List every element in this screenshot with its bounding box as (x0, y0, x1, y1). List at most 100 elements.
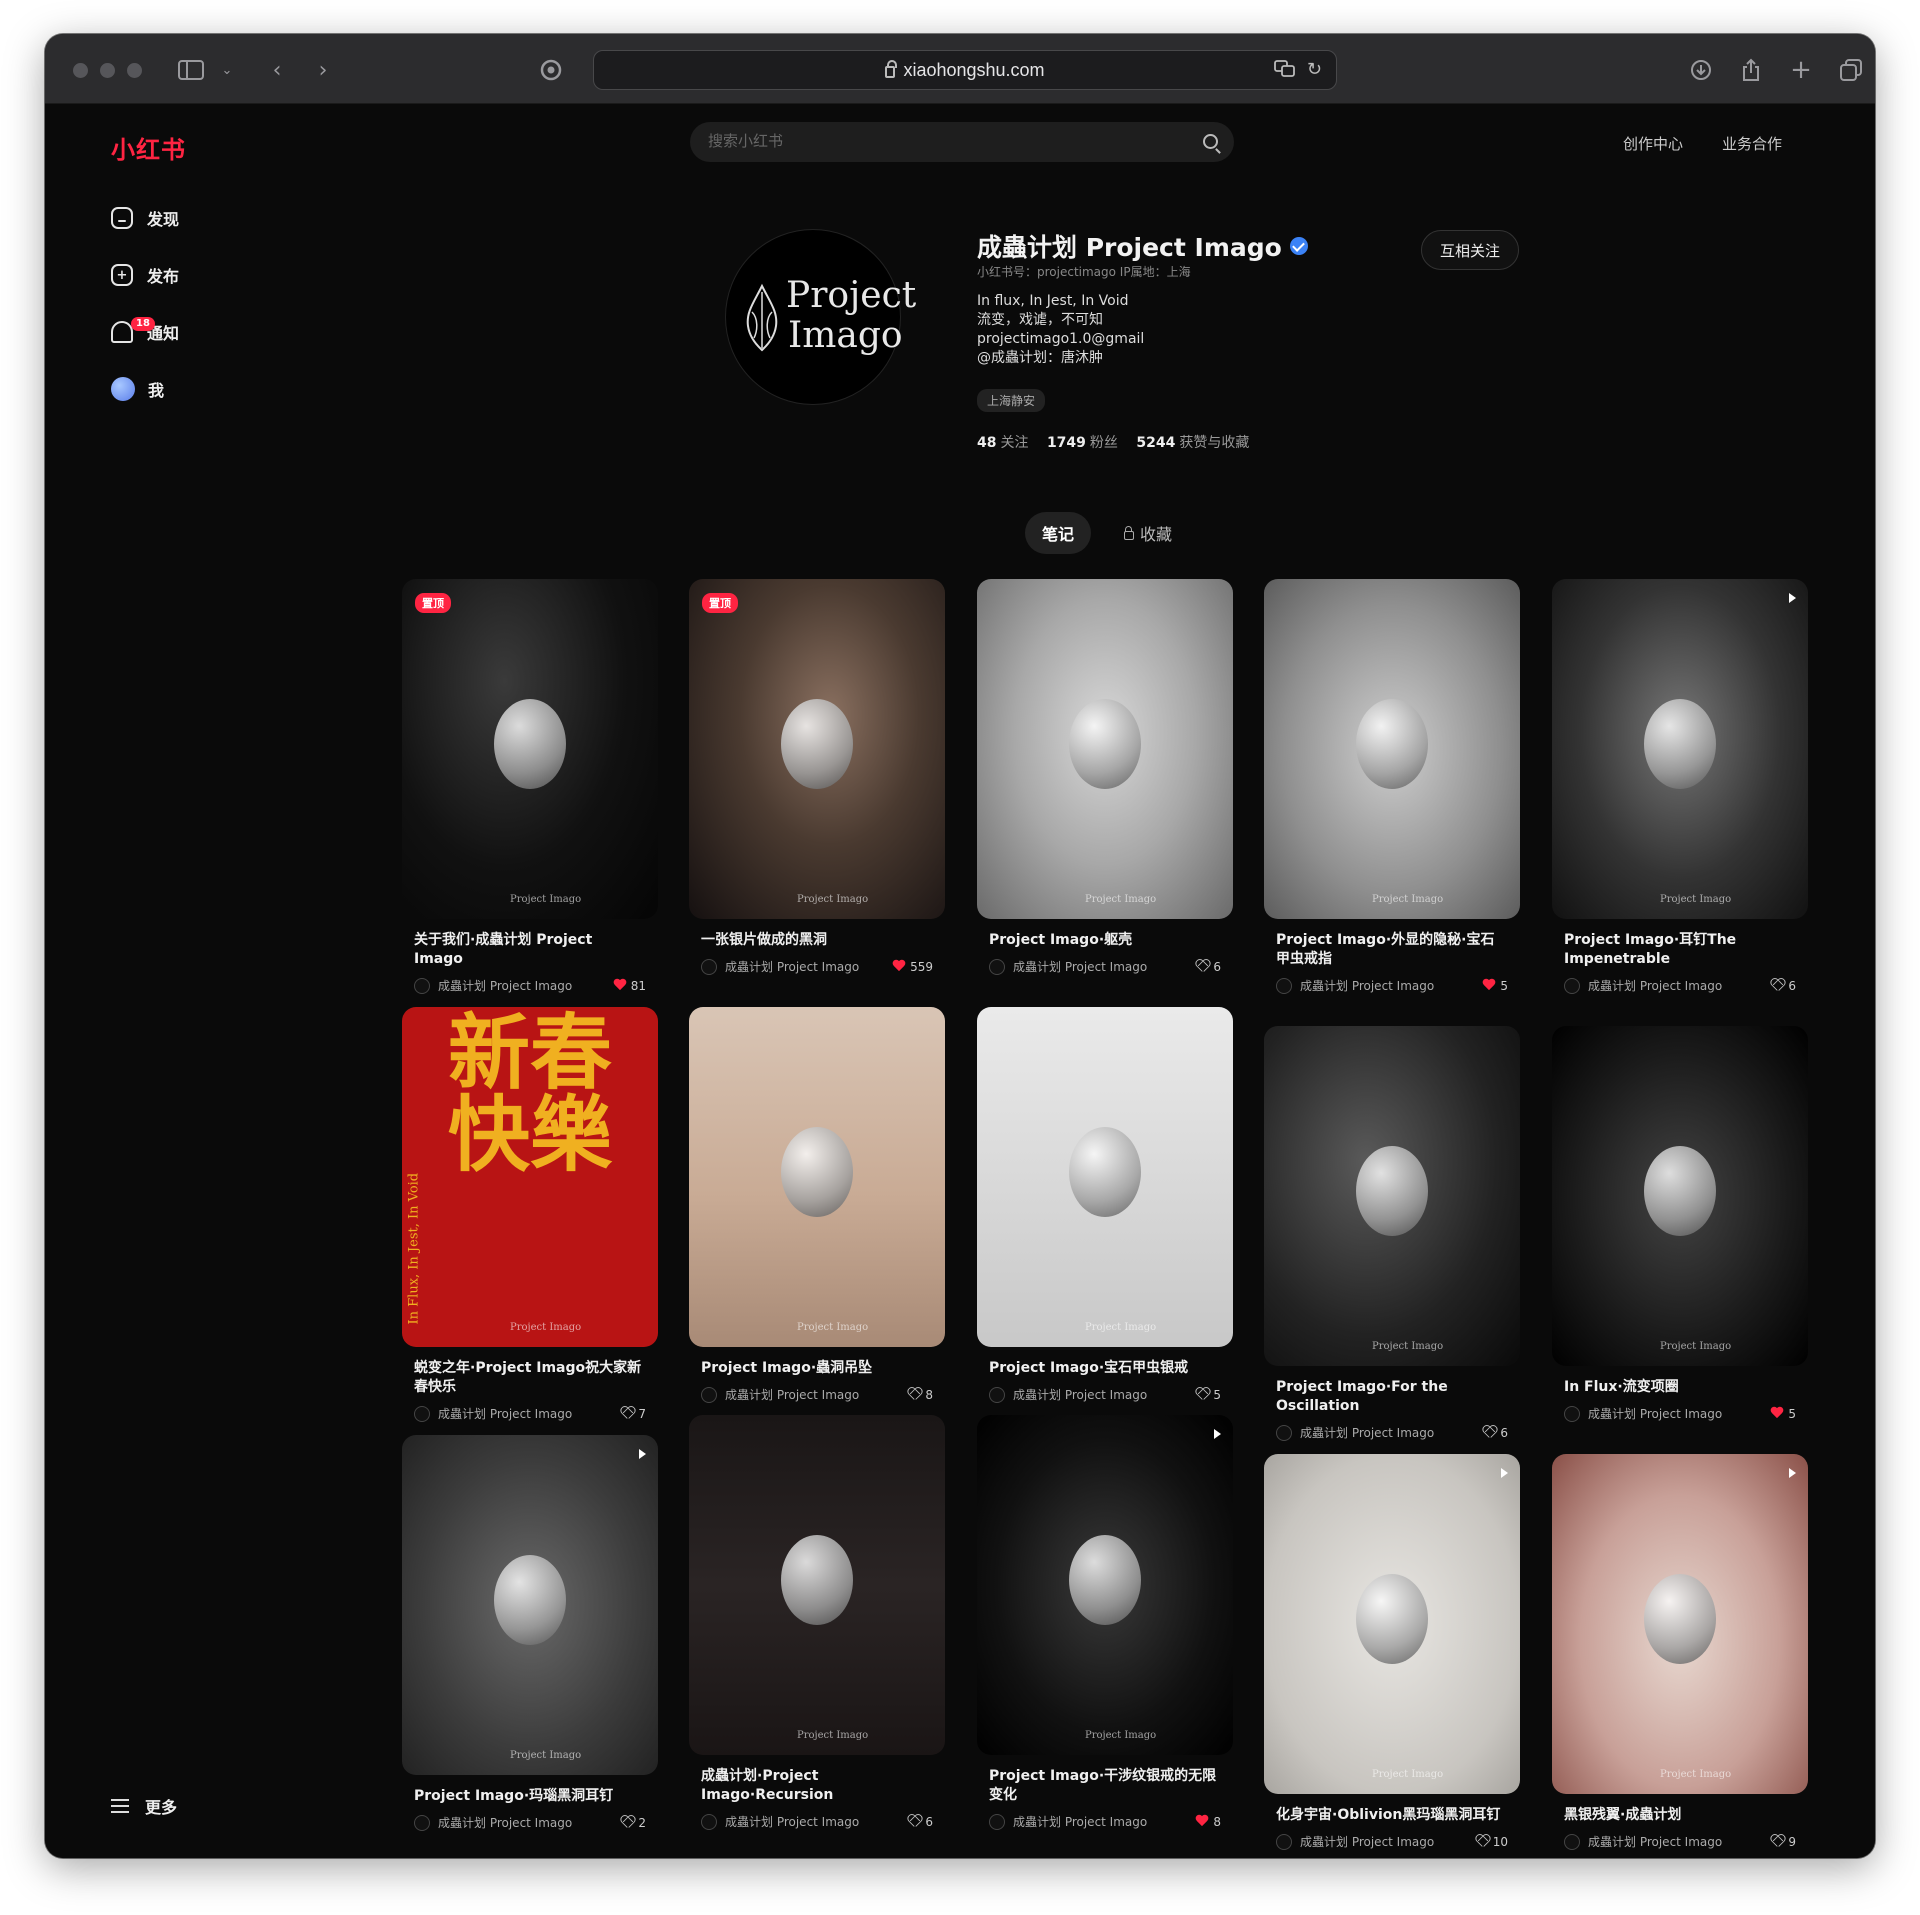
minimize-window-button[interactable] (100, 63, 115, 78)
author-avatar[interactable] (414, 1814, 430, 1831)
note-card[interactable]: Project Imago Project Imago·干涉纹银戒的无限变化 成蟲计… (977, 1415, 1233, 1830)
tab-favorites[interactable]: 收藏 (1113, 512, 1183, 554)
chevron-down-icon[interactable]: ⌄ (211, 54, 243, 86)
sidebar-item-discover[interactable]: 发现 (111, 198, 251, 238)
business-link[interactable]: 业务合作 (1722, 133, 1782, 154)
note-cover-image[interactable]: Project Imago (689, 1415, 945, 1755)
note-cover-image[interactable]: Project Imago (977, 1007, 1233, 1347)
author-avatar[interactable] (414, 977, 430, 994)
author-name[interactable]: 成蟲计划 Project Imago (1300, 1424, 1482, 1441)
heart-icon[interactable] (620, 1816, 634, 1829)
note-card[interactable]: Project Imago In Flux·流变项圈 成蟲计划 Project Im… (1552, 1026, 1808, 1422)
note-title[interactable]: 蜕变之年·Project Imago祝大家新春快乐 (414, 1359, 646, 1397)
heart-icon[interactable] (907, 1388, 921, 1401)
note-card[interactable]: 新春快樂 In Flux, In Jest, In Void Project Ima… (402, 1007, 658, 1422)
xiaohongshu-logo[interactable]: 小红书 (111, 130, 186, 165)
heart-icon[interactable] (1195, 960, 1209, 973)
author-name[interactable]: 成蟲计划 Project Imago (1300, 1833, 1475, 1850)
note-title[interactable]: Project Imago·玛瑙黑洞耳钉 (414, 1787, 646, 1806)
author-name[interactable]: 成蟲计划 Project Imago (1588, 977, 1770, 994)
heart-icon[interactable] (1482, 979, 1496, 992)
author-name[interactable]: 成蟲计划 Project Imago (1013, 1386, 1195, 1403)
note-card[interactable]: Project Imago 成蟲计划·Project Imago·Recursio… (689, 1415, 945, 1830)
author-name[interactable]: 成蟲计划 Project Imago (438, 1814, 620, 1831)
privacy-report-icon[interactable] (535, 54, 567, 86)
author-avatar[interactable] (701, 958, 717, 975)
zoom-window-button[interactable] (127, 63, 142, 78)
author-name[interactable]: 成蟲计划 Project Imago (1013, 1813, 1195, 1830)
note-title[interactable]: In Flux·流变项圈 (1564, 1378, 1796, 1397)
note-card[interactable]: 置顶 Project Imago 一张银片做成的黑洞成蟲计划 Project Ima… (689, 579, 945, 975)
search-input[interactable] (708, 132, 1178, 150)
heart-icon[interactable] (620, 1407, 634, 1420)
note-cover-image[interactable]: Project Imago (1552, 1026, 1808, 1366)
heart-icon[interactable] (1195, 1815, 1209, 1828)
author-name[interactable]: 成蟲计划 Project Imago (725, 958, 892, 975)
author-avatar[interactable] (1564, 977, 1580, 994)
close-window-button[interactable] (73, 63, 88, 78)
note-cover-image[interactable]: Project Imago (1264, 579, 1520, 919)
heart-icon[interactable] (1770, 979, 1784, 992)
note-title[interactable]: 关于我们·成蟲计划 Project Imago (414, 931, 646, 969)
note-cover-image[interactable]: Project Imago (1552, 579, 1808, 919)
address-bar[interactable]: xiaohongshu.com ↻ (593, 50, 1337, 90)
heart-icon[interactable] (892, 960, 906, 973)
forward-icon[interactable]: › (307, 54, 339, 86)
author-avatar[interactable] (414, 1405, 430, 1422)
heart-icon[interactable] (1482, 1426, 1496, 1439)
author-avatar[interactable] (1564, 1833, 1580, 1850)
author-avatar[interactable] (1276, 1424, 1292, 1441)
note-cover-image[interactable]: 置顶 Project Imago (689, 579, 945, 919)
note-card[interactable]: Project Imago Project Imago·躯壳 成蟲计划 Projec… (977, 579, 1233, 975)
author-name[interactable]: 成蟲计划 Project Imago (1300, 977, 1482, 994)
note-cover-image[interactable]: Project Imago (402, 1435, 658, 1775)
note-cover-image[interactable]: Project Imago (689, 1007, 945, 1347)
heart-icon[interactable] (1475, 1835, 1489, 1848)
note-cover-image[interactable]: Project Imago (1264, 1026, 1520, 1366)
author-name[interactable]: 成蟲计划 Project Imago (1013, 958, 1195, 975)
author-avatar[interactable] (989, 958, 1005, 975)
search-bar[interactable] (690, 122, 1234, 162)
heart-icon[interactable] (613, 979, 627, 992)
note-card[interactable]: Project Imago Project Imago·外显的隐秘·宝石甲虫戒指成… (1264, 579, 1520, 994)
author-avatar[interactable] (1276, 1833, 1292, 1850)
heart-icon[interactable] (1195, 1388, 1209, 1401)
note-cover-image[interactable]: 新春快樂 In Flux, In Jest, In Void Project Ima… (402, 1007, 658, 1347)
translate-icon[interactable] (1274, 60, 1296, 82)
note-title[interactable]: Project Imago·躯壳 (989, 931, 1221, 950)
follow-button[interactable]: 互相关注 (1421, 230, 1519, 270)
author-avatar[interactable] (701, 1386, 717, 1403)
sidebar-toggle-icon[interactable] (175, 54, 207, 86)
more-menu[interactable]: 更多 (111, 1794, 177, 1818)
sidebar-item-notifications[interactable]: 18 通知 (111, 312, 251, 352)
note-title[interactable]: Project Imago·耳钉The Impenetrable (1564, 931, 1796, 969)
note-cover-image[interactable]: Project Imago (1552, 1454, 1808, 1794)
author-name[interactable]: 成蟲计划 Project Imago (1588, 1833, 1770, 1850)
note-card[interactable]: Project Imago 黑银残翼·成蟲计划 成蟲计划 Project Imago… (1552, 1454, 1808, 1850)
heart-icon[interactable] (1770, 1835, 1784, 1848)
author-name[interactable]: 成蟲计划 Project Imago (438, 977, 613, 994)
author-avatar[interactable] (1276, 977, 1292, 994)
note-card[interactable]: 置顶 Project Imago 关于我们·成蟲计划 Project Imago 成蟲… (402, 579, 658, 994)
note-card[interactable]: Project Imago Project Imago·For the Oscil… (1264, 1026, 1520, 1441)
heart-icon[interactable] (907, 1815, 921, 1828)
note-cover-image[interactable]: 置顶 Project Imago (402, 579, 658, 919)
author-avatar[interactable] (989, 1386, 1005, 1403)
note-cover-image[interactable]: Project Imago (1264, 1454, 1520, 1794)
note-card[interactable]: Project Imago Project Imago·宝石甲虫银戒 成蟲计划 Pr… (977, 1007, 1233, 1403)
note-card[interactable]: Project Imago Project Imago·蟲洞吊坠 成蟲计划 Proj… (689, 1007, 945, 1403)
heart-icon[interactable] (1770, 1407, 1784, 1420)
download-icon[interactable] (1685, 54, 1717, 86)
sidebar-item-publish[interactable]: + 发布 (111, 255, 251, 295)
new-tab-icon[interactable]: + (1785, 54, 1817, 86)
note-cover-image[interactable]: Project Imago (977, 1415, 1233, 1755)
search-icon[interactable] (1203, 134, 1218, 149)
note-cover-image[interactable]: Project Imago (977, 579, 1233, 919)
note-card[interactable]: Project Imago 化身宇宙·Oblivion黑玛瑙黑洞耳钉 成蟲计划 Pr… (1264, 1454, 1520, 1850)
note-card[interactable]: Project Imago Project Imago·耳钉The Impenet… (1552, 579, 1808, 994)
tab-overview-icon[interactable] (1835, 54, 1867, 86)
note-title[interactable]: 一张银片做成的黑洞 (701, 931, 933, 950)
note-title[interactable]: Project Imago·蟲洞吊坠 (701, 1359, 933, 1378)
back-icon[interactable]: ‹ (261, 54, 293, 86)
tab-notes[interactable]: 笔记 (1025, 512, 1091, 554)
